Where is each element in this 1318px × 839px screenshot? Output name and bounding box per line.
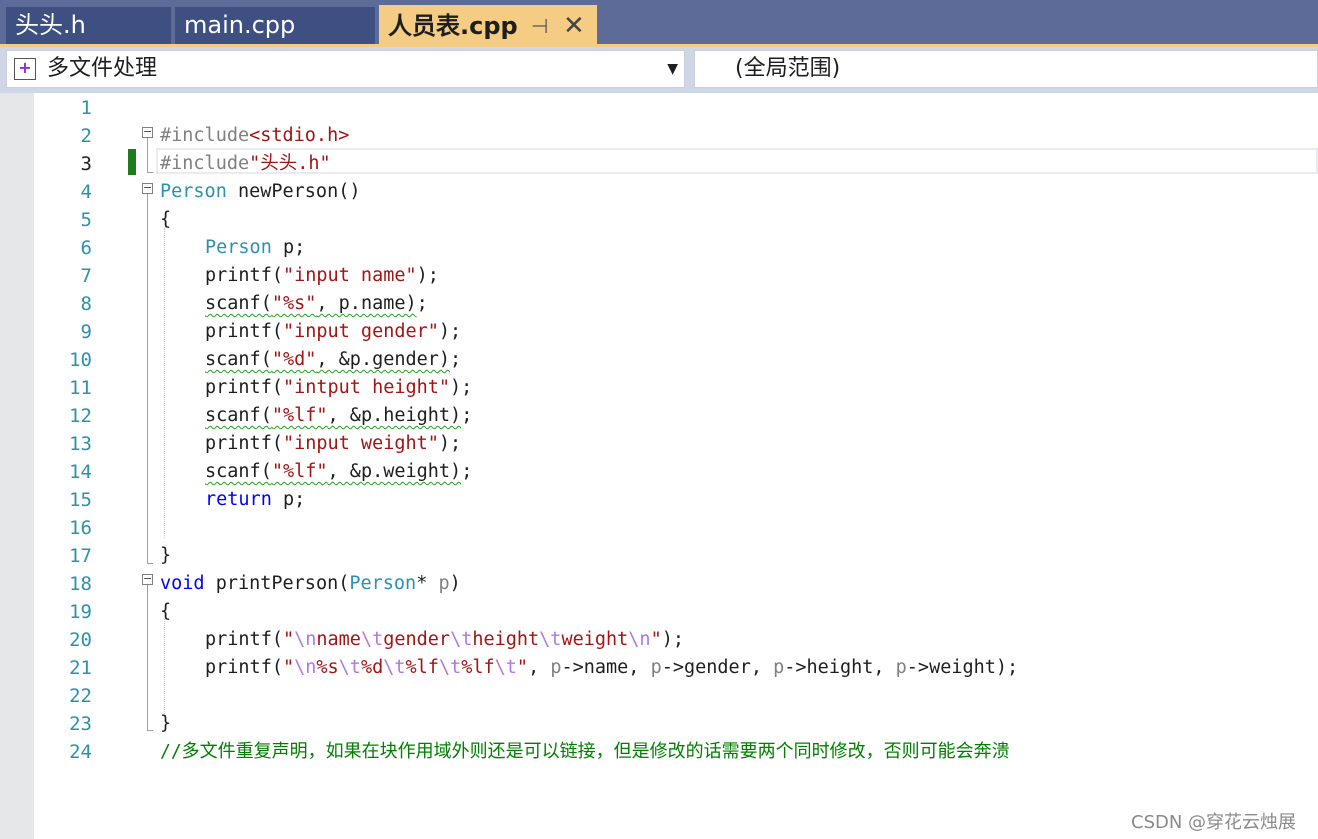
- line-number: 3: [80, 153, 92, 175]
- line-number: 12: [69, 405, 92, 427]
- tab-label: main.cpp: [184, 11, 296, 39]
- line-number: 10: [69, 349, 92, 371]
- outline-guide: [147, 194, 148, 563]
- line-number: 1: [80, 97, 92, 119]
- code-line-5[interactable]: {: [160, 206, 171, 234]
- line-number: 22: [69, 685, 92, 707]
- watermark-text: CSDN @穿花云烛展: [1131, 812, 1297, 833]
- collapse-icon[interactable]: −: [142, 126, 153, 138]
- outline-guide: [147, 563, 153, 564]
- code-line-21[interactable]: printf("\n%s\t%d\t%lf\t%lf\t", p->name, …: [205, 654, 1018, 682]
- outline-guide: [147, 730, 153, 731]
- code-line-14[interactable]: scanf("%lf", &p.weight);: [205, 458, 472, 486]
- code-line-20[interactable]: printf("\nname\tgender\theight\tweight\n…: [205, 626, 684, 654]
- code-line-24-comment[interactable]: //多文件重复声明，如果在块作用域外则还是可以链接，但是修改的话需要两个同时修改…: [160, 738, 1010, 766]
- line-number: 19: [69, 601, 92, 623]
- tab-active-source-file[interactable]: 人员表.cpp ⊣ ✕: [379, 5, 597, 46]
- pin-icon[interactable]: ⊣: [531, 5, 553, 48]
- code-line-11[interactable]: printf("intput height");: [205, 374, 472, 402]
- code-line-15[interactable]: return p;: [205, 486, 305, 514]
- code-line-3[interactable]: #include"头头.h": [160, 150, 331, 178]
- line-number: 6: [80, 237, 92, 259]
- line-number: 9: [80, 321, 92, 343]
- line-number: 11: [69, 377, 92, 399]
- tab-label: 人员表.cpp: [388, 12, 518, 40]
- line-number: 18: [69, 573, 92, 595]
- collapse-icon[interactable]: −: [142, 182, 153, 194]
- code-line-19[interactable]: {: [160, 598, 171, 626]
- tab-main-cpp[interactable]: main.cpp: [175, 7, 375, 46]
- project-dropdown[interactable]: + 多文件处理 ▼: [6, 50, 685, 88]
- code-line-23[interactable]: }: [160, 710, 171, 738]
- code-line-10[interactable]: scanf("%d", &p.gender);: [205, 346, 461, 374]
- document-tab-strip: 头头.h main.cpp 人员表.cpp ⊣ ✕: [0, 0, 1318, 46]
- outline-guide: [147, 585, 148, 730]
- indent-guide: [164, 228, 165, 538]
- line-number: 8: [80, 293, 92, 315]
- chevron-down-icon[interactable]: ▼: [667, 51, 678, 87]
- line-number: 4: [80, 181, 92, 203]
- outline-guide: [147, 172, 153, 173]
- close-icon[interactable]: ✕: [563, 5, 589, 48]
- line-number: 20: [69, 629, 92, 651]
- line-number: 2: [80, 125, 92, 147]
- line-number: 23: [69, 713, 92, 735]
- line-number: 13: [69, 433, 92, 455]
- selection-margin[interactable]: [0, 93, 34, 839]
- navigation-bar: + 多文件处理 ▼ (全局范围): [0, 47, 1318, 93]
- tab-header-file[interactable]: 头头.h: [6, 7, 171, 46]
- line-number: 14: [69, 461, 92, 483]
- code-line-4[interactable]: Person newPerson(): [160, 178, 360, 206]
- code-line-6[interactable]: Person p;: [205, 234, 305, 262]
- scope-label: (全局范围): [735, 56, 841, 81]
- code-line-2[interactable]: #include<stdio.h>: [160, 122, 349, 150]
- code-line-13[interactable]: printf("input weight");: [205, 430, 461, 458]
- code-editor[interactable]: − − − #include<stdio.h> #include"头头.h" P…: [0, 93, 1318, 839]
- project-label: 多文件处理: [47, 56, 158, 81]
- line-number: 7: [80, 265, 92, 287]
- code-line-18[interactable]: void printPerson(Person* p): [160, 570, 461, 598]
- line-number: 15: [69, 489, 92, 511]
- line-number: 16: [69, 517, 92, 539]
- outline-guide: [147, 138, 148, 172]
- line-number: 5: [80, 209, 92, 231]
- tab-label: 头头.h: [15, 11, 86, 39]
- code-line-7[interactable]: printf("input name");: [205, 262, 439, 290]
- project-icon: +: [14, 58, 36, 80]
- change-tracking-bar: [128, 149, 136, 175]
- line-number: 24: [69, 741, 92, 763]
- code-line-9[interactable]: printf("input gender");: [205, 318, 461, 346]
- code-line-8[interactable]: scanf("%s", p.name);: [205, 290, 428, 318]
- collapse-icon[interactable]: −: [142, 573, 153, 585]
- scope-dropdown[interactable]: (全局范围): [694, 50, 1318, 88]
- line-number: 21: [69, 657, 92, 679]
- code-line-12[interactable]: scanf("%lf", &p.height);: [205, 402, 472, 430]
- line-number: 17: [69, 545, 92, 567]
- code-line-17[interactable]: }: [160, 542, 171, 570]
- indent-guide: [164, 619, 165, 716]
